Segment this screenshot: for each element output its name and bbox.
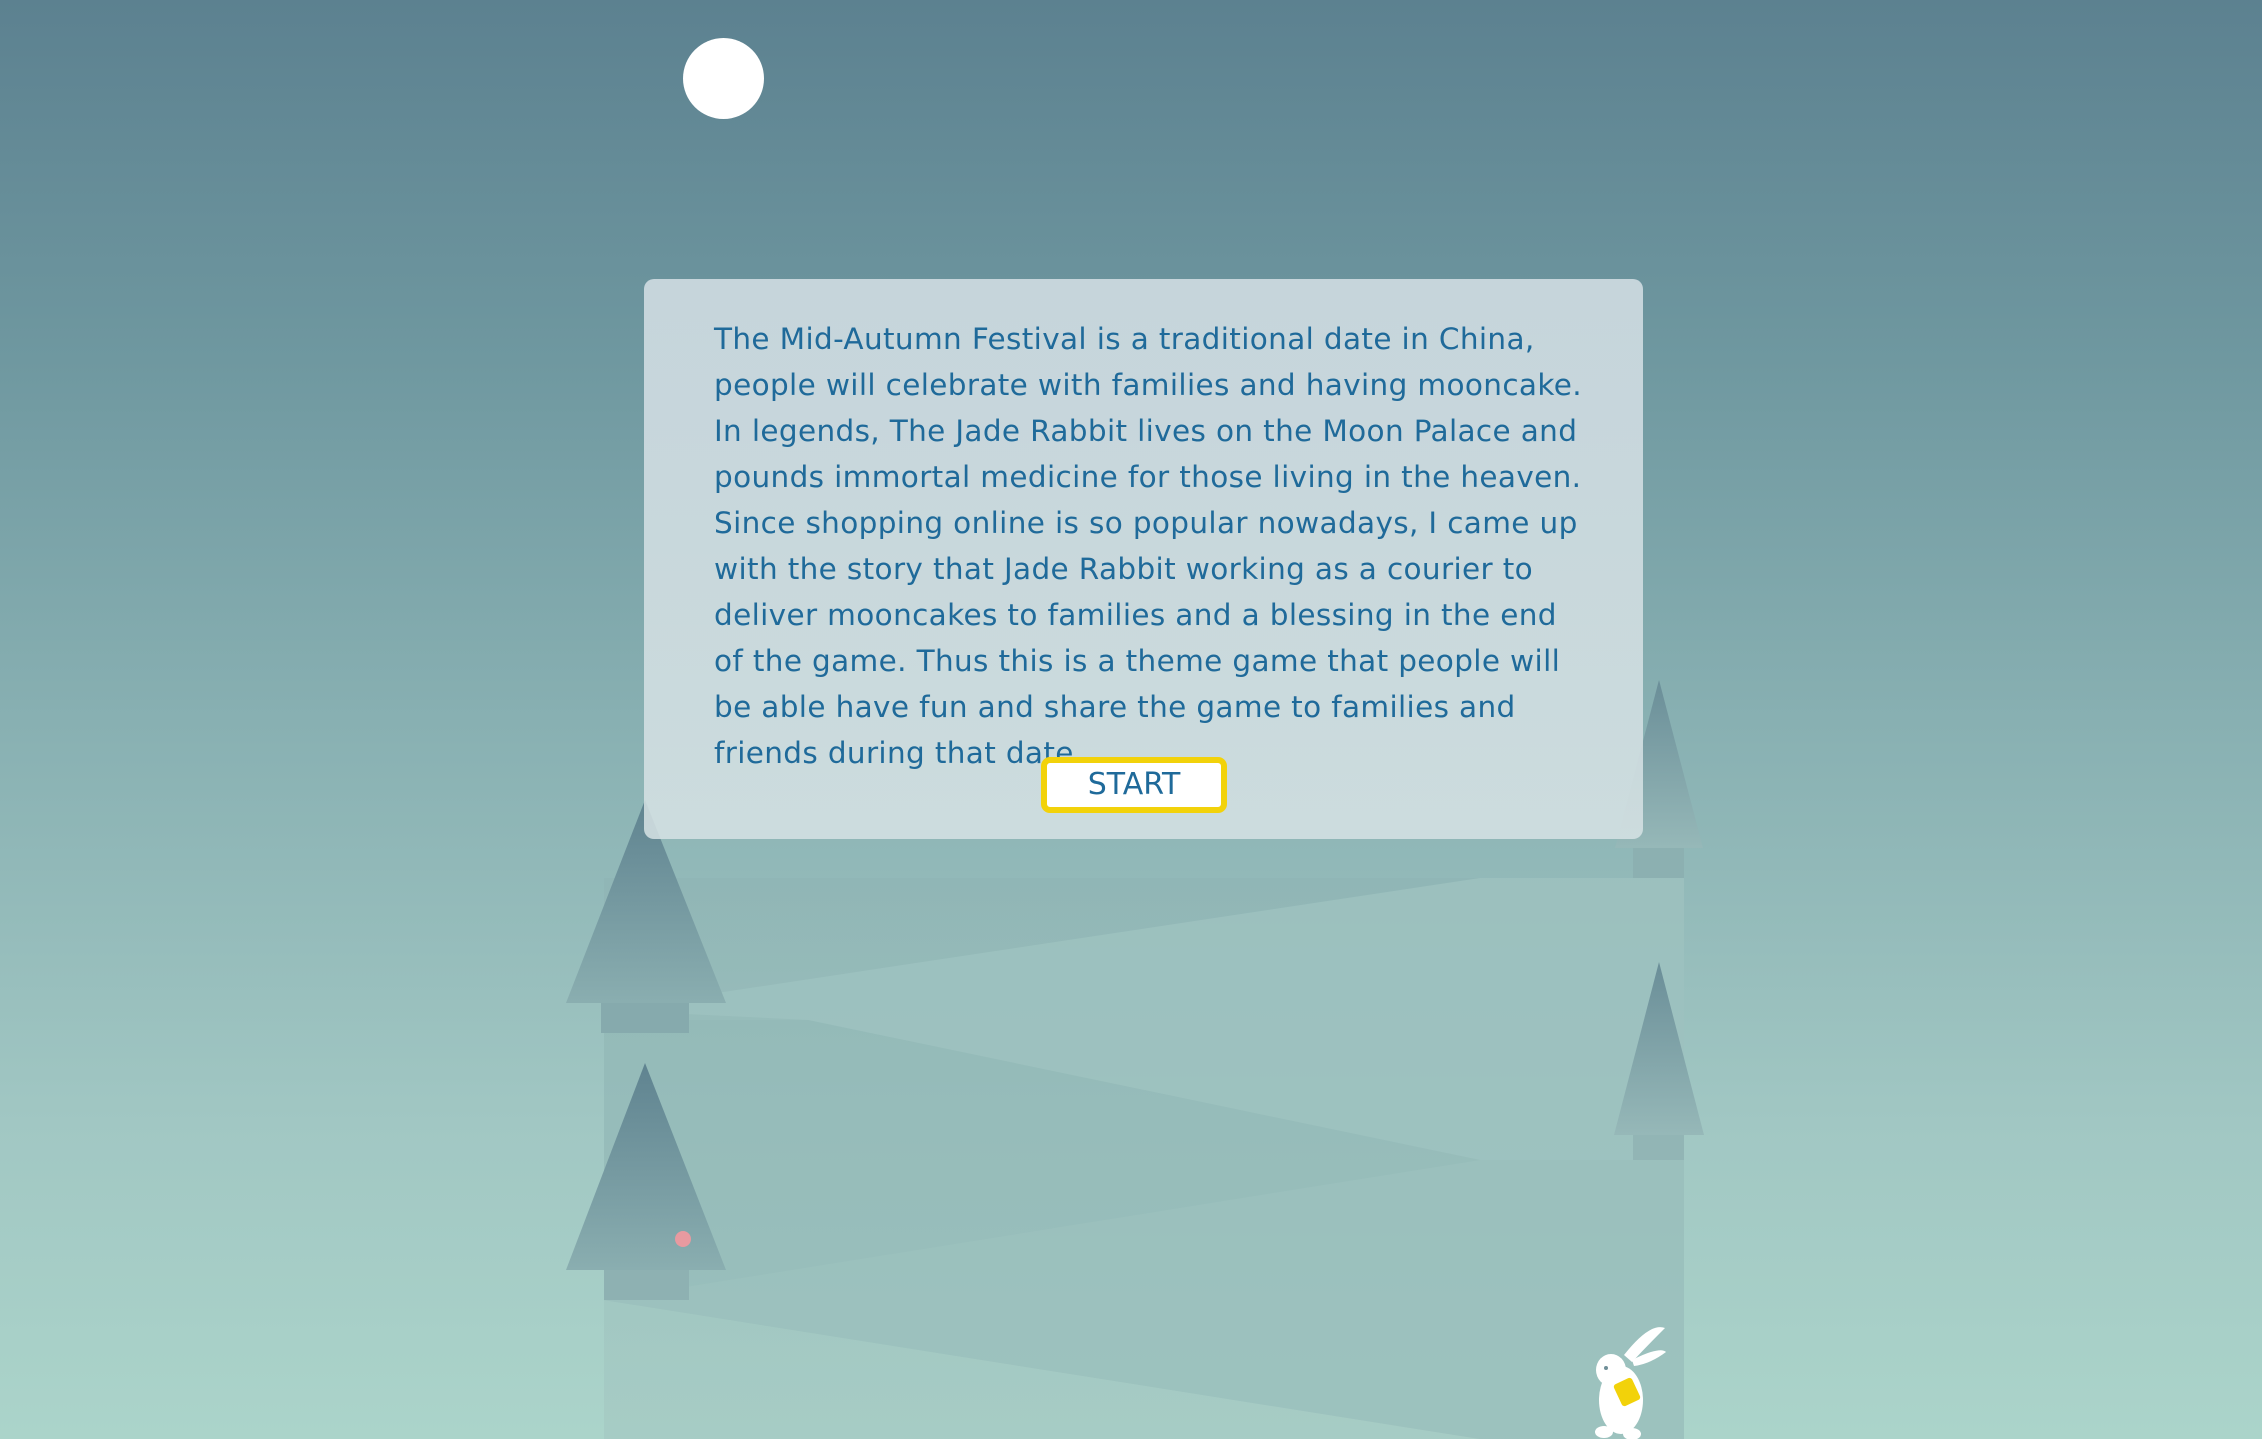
zigzag-path bbox=[604, 878, 1684, 1439]
intro-text: The Mid-Autumn Festival is a traditional… bbox=[714, 322, 1582, 770]
mooncake-dot-icon bbox=[675, 1231, 691, 1247]
moon-icon bbox=[683, 38, 764, 119]
intro-card: The Mid-Autumn Festival is a traditional… bbox=[644, 279, 1643, 839]
start-button[interactable]: START bbox=[1041, 757, 1227, 813]
